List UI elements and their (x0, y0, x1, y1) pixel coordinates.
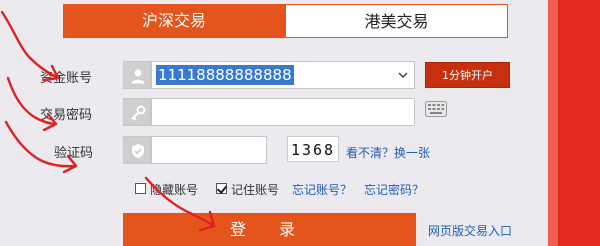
arrow-to-password (6, 76, 58, 126)
arrow-to-login (144, 176, 216, 228)
arrow-to-captcha-head (62, 154, 78, 174)
arrow-to-account (0, 10, 60, 80)
annotation-arrows (0, 10, 216, 232)
arrow-to-captcha (4, 120, 78, 168)
